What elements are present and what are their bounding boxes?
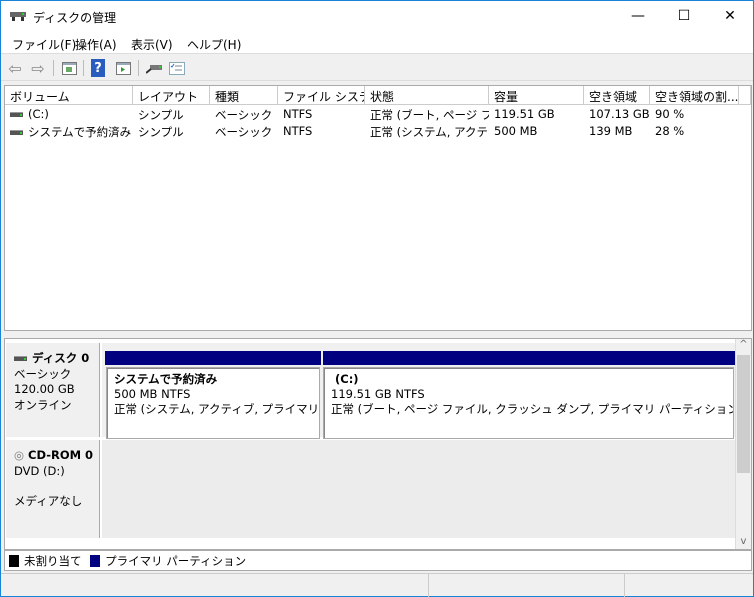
volume-file-system: NTFS — [283, 124, 313, 138]
rescan-disks-icon[interactable] — [145, 59, 163, 77]
show-hide-console-tree-icon[interactable] — [60, 59, 78, 77]
properties-checklist-icon[interactable] — [168, 59, 186, 77]
volume-drive-icon — [10, 130, 23, 135]
window-title: ディスクの管理 — [33, 11, 117, 25]
menu-help[interactable]: ヘルプ(H) — [187, 36, 241, 53]
volume-status: 正常 (ブート, ページ フ... — [370, 108, 489, 122]
column-header-volume[interactable]: ボリューム — [5, 86, 133, 105]
scroll-up-button[interactable]: ^ — [736, 339, 751, 353]
column-header-status[interactable]: 状態 — [365, 86, 489, 105]
cdrom-0-label[interactable]: ◎ CD-ROM 0 DVD (D:) メディアなし — [6, 440, 100, 538]
menu-view[interactable]: 表示(V) — [131, 36, 173, 53]
volume-free-space: 107.13 GB — [589, 107, 650, 121]
close-button[interactable]: ✕ — [707, 1, 753, 32]
menu-action[interactable]: 操作(A) — [75, 36, 117, 53]
scroll-thumb[interactable] — [737, 355, 750, 473]
toolbar-separator — [53, 60, 54, 76]
column-header-percent-free[interactable]: 空き領域の割... — [650, 86, 739, 105]
cd-drive-icon: ◎ — [14, 448, 25, 462]
partition-bar-primary — [323, 351, 735, 365]
primary-partition-swatch — [90, 555, 101, 567]
volume-name: (C:) — [28, 107, 49, 121]
menu-bar: ファイル(F) 操作(A) 表示(V) ヘルプ(H) — [1, 32, 753, 54]
volume-percent-free: 90 % — [655, 107, 685, 121]
legend-unallocated: 未割り当て — [24, 554, 82, 568]
volume-list: ボリューム レイアウト 種類 ファイル システム 状態 容量 空き領域 空き領域… — [4, 85, 752, 331]
scroll-down-button[interactable]: v — [736, 536, 751, 547]
hard-disk-icon — [14, 356, 27, 361]
volume-name: システムで予約済み — [28, 125, 132, 139]
legend-primary-partition: プライマリ パーティション — [105, 554, 247, 568]
legend: 未割り当て プライマリ パーティション — [4, 550, 752, 571]
volume-type: ベーシック — [215, 125, 273, 139]
column-header-filler — [739, 86, 751, 105]
partition-name: システムで予約済み — [114, 372, 218, 386]
volume-percent-free: 28 % — [655, 124, 685, 138]
partition-size: 119.51 GB NTFS — [331, 387, 425, 401]
back-arrow-icon[interactable]: ⇦ — [6, 59, 24, 78]
disk-state: オンライン — [14, 397, 72, 412]
partition-bar-primary — [105, 351, 321, 365]
disk-kind: DVD (D:) — [14, 463, 65, 478]
toolbar-separator — [138, 60, 139, 76]
disk-size: 120.00 GB — [14, 382, 75, 396]
help-icon[interactable]: ? — [91, 59, 105, 77]
status-divider — [624, 574, 625, 597]
toolbar: ⇦ ⇨ ? — [1, 55, 753, 81]
disk-management-icon — [10, 12, 26, 21]
disk-graphical-view: ディスク 0 ベーシック 120.00 GB オンライン システムで予約済み 5… — [4, 338, 752, 550]
status-bar — [1, 573, 753, 597]
disk-0-label[interactable]: ディスク 0 ベーシック 120.00 GB オンライン — [6, 343, 100, 437]
volume-type: ベーシック — [215, 108, 273, 122]
disk-name: CD-ROM 0 — [28, 448, 94, 462]
column-header-file-system[interactable]: ファイル システム — [278, 86, 365, 105]
column-header-free-space[interactable]: 空き領域 — [584, 86, 650, 105]
volume-capacity: 119.51 GB — [494, 107, 555, 121]
disk-0-partitions: システムで予約済み 500 MB NTFS 正常 (システム, アクティブ, プ… — [102, 343, 735, 439]
column-header-capacity[interactable]: 容量 — [489, 86, 584, 105]
volume-drive-icon — [10, 112, 23, 117]
disk-state: メディアなし — [14, 494, 83, 508]
disk-kind: ベーシック — [14, 366, 72, 381]
menu-file[interactable]: ファイル(F) — [12, 36, 76, 53]
partition-status: 正常 (システム, アクティブ, プライマリ パーティ — [114, 402, 320, 416]
partition-c-drive[interactable]: (C:) 119.51 GB NTFS 正常 (ブート, ページ ファイル, ク… — [323, 367, 734, 439]
partition-name: (C:) — [335, 372, 359, 386]
partition-system-reserved[interactable]: システムで予約済み 500 MB NTFS 正常 (システム, アクティブ, プ… — [106, 367, 320, 439]
toolbar-separator — [83, 60, 84, 76]
minimize-button[interactable]: — — [615, 1, 661, 32]
volume-capacity: 500 MB — [494, 124, 538, 138]
volume-layout: シンプル — [138, 108, 184, 122]
vertical-scrollbar[interactable]: ^ v — [735, 339, 751, 549]
cdrom-0-media-area — [102, 440, 735, 538]
volume-file-system: NTFS — [283, 107, 313, 121]
status-divider — [428, 574, 429, 597]
column-header-layout[interactable]: レイアウト — [133, 86, 210, 105]
volume-layout: シンプル — [138, 125, 184, 139]
forward-arrow-icon[interactable]: ⇨ — [29, 59, 47, 78]
volume-free-space: 139 MB — [589, 124, 633, 138]
partition-status: 正常 (ブート, ページ ファイル, クラッシュ ダンプ, プライマリ パーティ… — [331, 402, 734, 416]
volume-status: 正常 (システム, アクテ... — [370, 125, 489, 139]
maximize-button[interactable]: ☐ — [661, 1, 707, 32]
title-bar: ディスクの管理 — ☐ ✕ — [1, 1, 753, 32]
column-header-type[interactable]: 種類 — [210, 86, 278, 105]
unallocated-swatch — [9, 555, 19, 567]
disk-management-window: ディスクの管理 — ☐ ✕ ファイル(F) 操作(A) 表示(V) ヘルプ(H)… — [0, 0, 754, 597]
disk-name: ディスク 0 — [32, 351, 90, 365]
show-action-pane-icon[interactable] — [114, 59, 132, 77]
partition-size: 500 MB NTFS — [114, 387, 191, 401]
